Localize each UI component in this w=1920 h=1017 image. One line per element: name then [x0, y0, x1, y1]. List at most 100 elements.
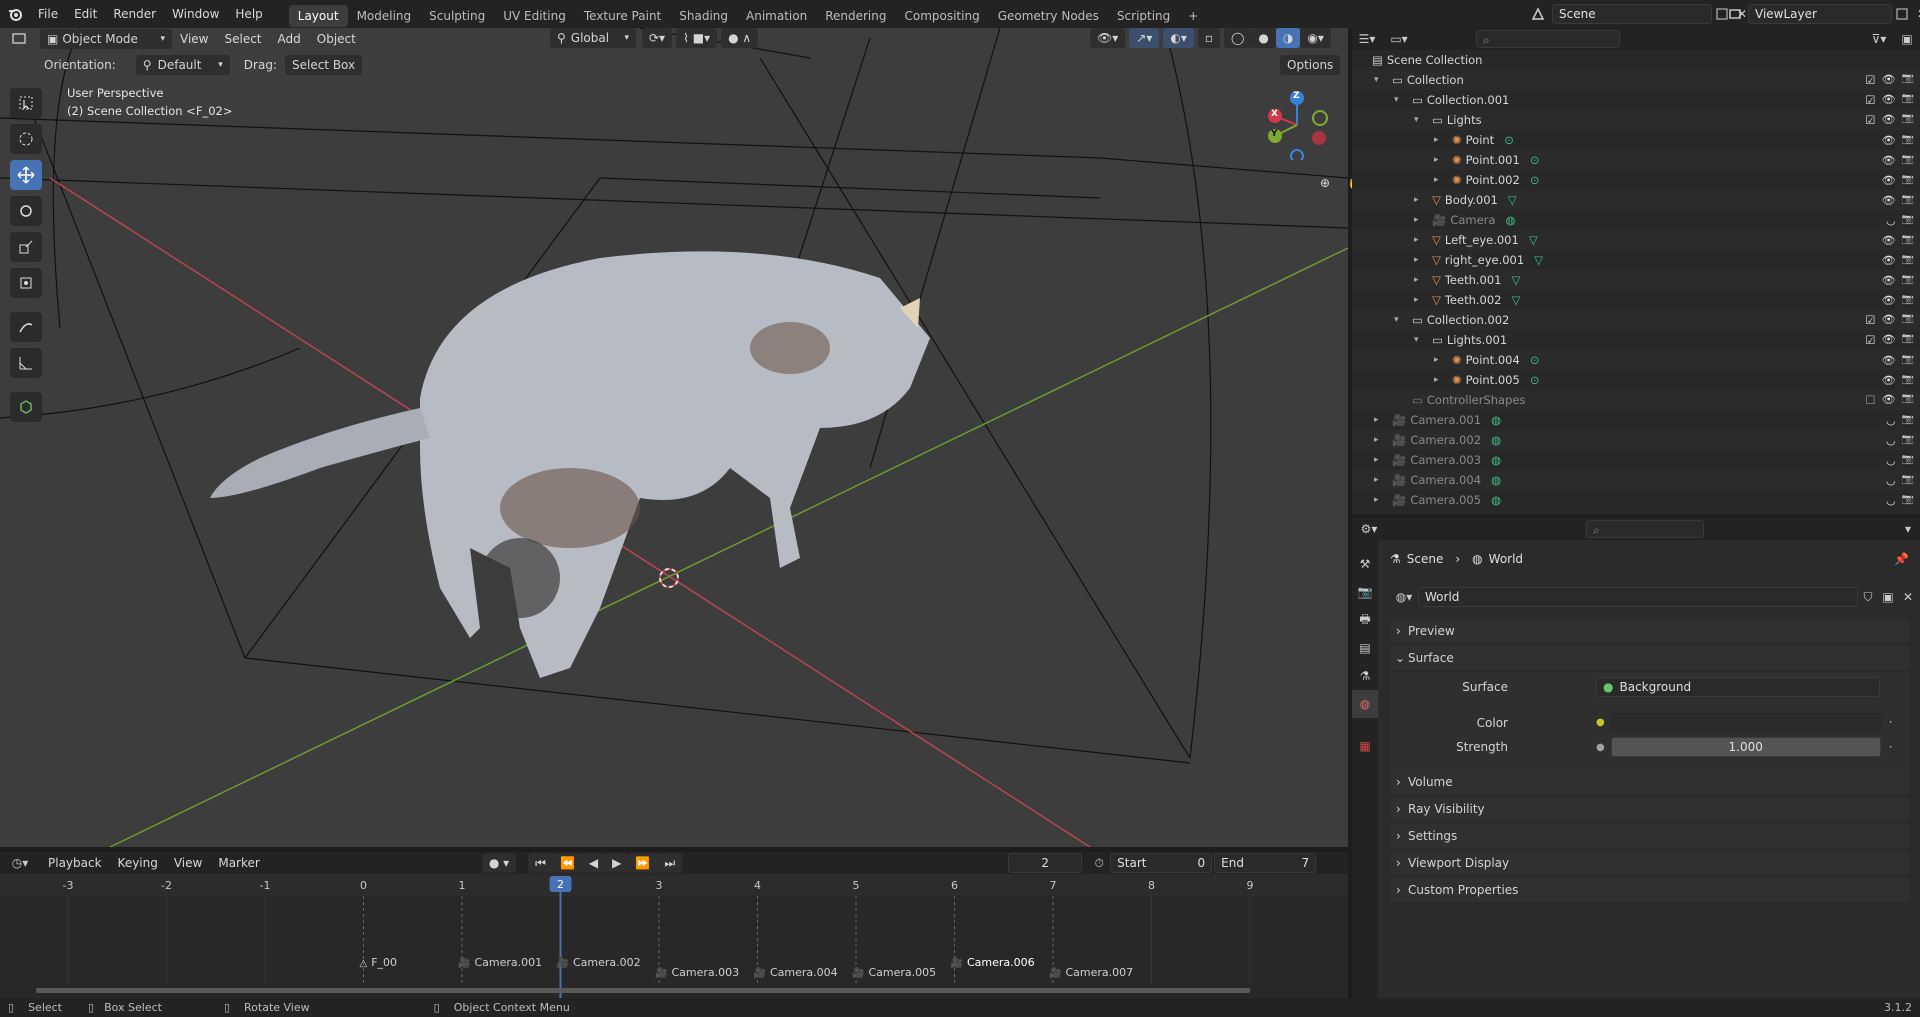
play-reverse-icon[interactable]: ◀	[581, 853, 606, 873]
render-visibility-icon[interactable]: 📷	[1902, 393, 1914, 407]
object-data-icon[interactable]: ⊙	[1530, 173, 1540, 187]
jump-keyframe-forward-icon[interactable]: ⏩	[628, 853, 658, 873]
outliner-row[interactable]: ▸ ✺ Point.005 ⊙ 👁 📷	[1352, 370, 1920, 390]
visibility-eye-icon[interactable]: 👁	[1882, 194, 1896, 207]
fake-user-icon[interactable]: ⛉	[1858, 590, 1878, 605]
view-layer-tab-icon[interactable]: ▤	[1352, 634, 1378, 662]
blender-logo-icon[interactable]	[0, 0, 30, 28]
render-visibility-icon[interactable]: 📷	[1902, 154, 1914, 167]
tab-uv-editing[interactable]: UV Editing	[494, 5, 575, 27]
properties-search-input[interactable]: ⌕	[1586, 520, 1704, 538]
outliner-row[interactable]: ▸ 🎥 Camera ◍ ◡ 📷	[1352, 210, 1920, 230]
menu-render[interactable]: Render	[105, 0, 164, 28]
visibility-eye-icon[interactable]: ◡	[1886, 214, 1896, 227]
timeline-marker[interactable]: 🎥 Camera.002	[557, 956, 641, 969]
surface-panel-header[interactable]: ⌄ Surface	[1390, 646, 1910, 670]
measure-tool-icon[interactable]	[10, 348, 42, 378]
outliner-row[interactable]: ▸ ✺ Point.002 ⊙ 👁 📷	[1352, 170, 1920, 190]
world-name-field[interactable]: World	[1418, 587, 1858, 607]
outliner-row[interactable]: ▾ ▭ Collection.002 ☑ 👁 📷	[1352, 310, 1920, 330]
editor-type-icon[interactable]	[0, 28, 40, 50]
timeline-marker[interactable]: 🎥 Camera.005	[852, 966, 936, 979]
outliner-row[interactable]: ▸ ▽ right_eye.001 ▽ 👁 📷	[1352, 250, 1920, 270]
outliner-row[interactable]: ▾ ▭ Lights.001 ☑ 👁 📷	[1352, 330, 1920, 350]
timeline-body[interactable]: -3-2-101234567892△F_00🎥Camera.001🎥Camera…	[0, 874, 1348, 998]
object-data-icon[interactable]: ◍	[1505, 213, 1515, 227]
exclude-checkbox[interactable]: ☑	[1865, 333, 1875, 347]
outliner-row[interactable]: ▾ ▭ Lights ☑ 👁 📷	[1352, 110, 1920, 130]
scene-field[interactable]: Scene	[1552, 4, 1712, 24]
drag-dropdown[interactable]: Select Box	[284, 55, 363, 75]
settings-panel-header[interactable]: › Settings	[1390, 824, 1910, 848]
output-tab-icon[interactable]: 🖶	[1352, 606, 1378, 634]
color-field[interactable]: ● ·	[1596, 713, 1893, 731]
add-cube-tool-icon[interactable]	[10, 392, 42, 422]
viewport-display-panel-header[interactable]: › Viewport Display	[1390, 851, 1910, 875]
snap-icon[interactable]: ⌇ ■▾	[676, 28, 718, 48]
zoom-icon[interactable]: ⊕	[1312, 170, 1338, 196]
render-visibility-icon[interactable]: 📷	[1902, 294, 1914, 307]
menu-edit[interactable]: Edit	[66, 0, 105, 28]
color-swatch[interactable]	[1610, 713, 1881, 731]
visibility-eye-icon[interactable]: 👁	[1882, 73, 1896, 87]
orientation-dropdown[interactable]: ⚲ Default ▾	[135, 55, 230, 75]
visibility-eye-icon[interactable]: ◡	[1886, 494, 1896, 507]
expand-arrow-icon[interactable]: ▾	[1394, 95, 1408, 105]
tab-geometry-nodes[interactable]: Geometry Nodes	[989, 5, 1108, 27]
menu-select[interactable]: Select	[216, 25, 269, 53]
render-visibility-icon[interactable]: 📷	[1902, 214, 1914, 227]
tab-scripting[interactable]: Scripting	[1108, 5, 1179, 27]
play-icon[interactable]: ▶	[605, 853, 629, 873]
visibility-eye-icon[interactable]: 👁	[1882, 354, 1896, 367]
expand-arrow-icon[interactable]: ▸	[1414, 215, 1428, 225]
gizmo-toggle-icon[interactable]: ↗▾	[1129, 28, 1160, 48]
preview-range-icon[interactable]: ⏱	[1090, 856, 1108, 871]
jump-keyframe-back-icon[interactable]: ⏪	[552, 853, 582, 873]
visibility-eye-icon[interactable]: 👁	[1882, 313, 1896, 327]
visibility-eye-icon[interactable]: 👁	[1882, 294, 1896, 307]
outliner-row[interactable]: ▸ ▽ Left_eye.001 ▽ 👁 📷	[1352, 230, 1920, 250]
outliner-row[interactable]: ▸ 🎥 Camera.001 ◍ ◡ 📷	[1352, 410, 1920, 430]
keyframe-dot-icon[interactable]: ·	[1889, 715, 1893, 729]
timeline-marker[interactable]: △ F_00	[360, 956, 398, 969]
render-visibility-icon[interactable]: 📷	[1902, 274, 1914, 287]
menu-playback[interactable]: Playback	[40, 849, 110, 877]
expand-arrow-icon[interactable]: ▸	[1374, 435, 1388, 445]
menu-marker[interactable]: Marker	[210, 849, 267, 877]
tab-shading[interactable]: Shading	[670, 5, 737, 27]
render-tab-icon[interactable]: 📷	[1352, 578, 1378, 606]
solid-shading-icon[interactable]: ●	[1251, 28, 1276, 48]
texture-tab-icon[interactable]: ▦	[1352, 732, 1378, 760]
strength-field[interactable]: ● 1.000 ·	[1596, 737, 1893, 757]
expand-arrow-icon[interactable]: ▸	[1414, 295, 1428, 305]
object-data-icon[interactable]: ▽	[1511, 293, 1520, 307]
visibility-icon[interactable]: 👁▾	[1090, 28, 1126, 48]
new-collection-icon[interactable]: ▣	[1894, 32, 1920, 46]
rotate-tool-icon[interactable]	[10, 196, 42, 226]
expand-arrow-icon[interactable]: ▸	[1414, 235, 1428, 245]
timeline-scrollbar[interactable]	[36, 988, 1250, 993]
navigation-gizmo[interactable]: Z X Y	[1262, 90, 1332, 163]
object-data-icon[interactable]: ▽	[1508, 193, 1517, 207]
visibility-eye-icon[interactable]: 👁	[1882, 333, 1896, 347]
jump-end-icon[interactable]: ⏭	[657, 853, 683, 873]
expand-arrow-icon[interactable]: ▾	[1394, 315, 1408, 325]
scene-icon[interactable]	[1524, 4, 1552, 24]
object-data-icon[interactable]: ◍	[1491, 433, 1501, 447]
visibility-eye-icon[interactable]: 👁	[1882, 154, 1896, 167]
visibility-eye-icon[interactable]: 👁	[1882, 93, 1896, 107]
expand-arrow-icon[interactable]: ▸	[1374, 475, 1388, 485]
expand-arrow-icon[interactable]: ▾	[1414, 335, 1428, 345]
world-tab-icon[interactable]: ◍	[1352, 690, 1378, 718]
tab-rendering[interactable]: Rendering	[816, 5, 895, 27]
render-visibility-icon[interactable]: 📷	[1902, 313, 1914, 327]
visibility-eye-icon[interactable]: 👁	[1882, 274, 1896, 287]
pivot-point-icon[interactable]: ⟳▾	[642, 28, 673, 48]
outliner-editor-icon[interactable]: ☰▾	[1352, 28, 1382, 50]
options-button[interactable]: Options	[1280, 55, 1341, 75]
wireframe-shading-icon[interactable]: ◯	[1223, 28, 1252, 48]
object-data-icon[interactable]: ◍	[1491, 413, 1501, 427]
outliner-row[interactable]: ▸ 🎥 Camera.005 ◍ ◡ 📷	[1352, 490, 1920, 510]
render-visibility-icon[interactable]: 📷	[1902, 93, 1914, 107]
render-visibility-icon[interactable]: 📷	[1902, 73, 1914, 87]
